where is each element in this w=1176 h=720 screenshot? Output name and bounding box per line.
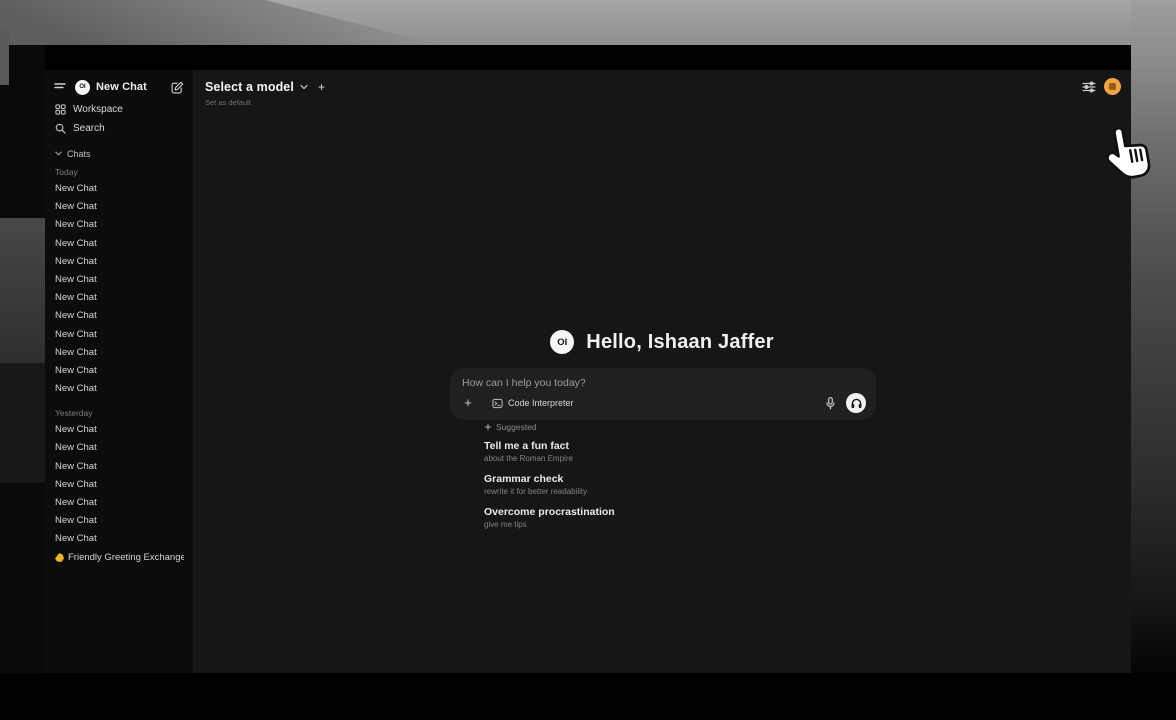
avatar-image xyxy=(1109,83,1116,90)
suggested-label: Suggested xyxy=(496,422,537,432)
chat-list-item[interactable]: New Chat xyxy=(54,289,184,307)
chat-list-item[interactable]: New Chat xyxy=(54,235,184,253)
suggestion-item[interactable]: Tell me a fun fact about the Roman Empir… xyxy=(484,440,904,464)
openwebui-logo-icon: OI xyxy=(75,80,90,95)
chevron-down-icon xyxy=(55,151,62,156)
wave-emoji-icon xyxy=(55,553,64,562)
suggestion-item[interactable]: Grammar check rewrite it for better read… xyxy=(484,473,904,497)
sparkle-icon xyxy=(484,423,492,431)
chat-list-item[interactable]: New Chat xyxy=(54,216,184,234)
user-avatar[interactable] xyxy=(1104,78,1121,95)
sidebar-item-search[interactable]: Search xyxy=(55,121,184,136)
sidebar: OI New Chat Workspace xyxy=(45,70,193,673)
app-window: OI New Chat Workspace xyxy=(45,45,1131,673)
chat-list-item[interactable]: New Chat xyxy=(54,344,184,362)
model-selector[interactable]: Select a model xyxy=(205,80,294,94)
chat-list-item[interactable]: New Chat xyxy=(54,253,184,271)
chat-list-item[interactable]: New Chat xyxy=(54,458,184,476)
set-as-default-button[interactable]: Set as default xyxy=(205,98,325,107)
wallpaper-bottom-band xyxy=(0,673,1176,720)
sidebar-toggle-icon[interactable] xyxy=(54,82,66,92)
chat-list-item[interactable]: New Chat xyxy=(54,362,184,380)
chat-list-item[interactable]: New Chat xyxy=(54,476,184,494)
desktop: OI New Chat Workspace xyxy=(0,0,1176,720)
chat-groups: TodayNew ChatNew ChatNew ChatNew ChatNew… xyxy=(54,167,184,567)
microphone-icon[interactable] xyxy=(824,396,837,411)
chat-list-item[interactable]: Friendly Greeting Exchange xyxy=(54,549,184,567)
model-chevron-icon[interactable] xyxy=(300,84,308,90)
window-top-strip xyxy=(45,45,1131,70)
chats-section-toggle[interactable]: Chats xyxy=(55,148,184,159)
chat-list-item[interactable]: New Chat xyxy=(54,512,184,530)
workspace-grid-icon xyxy=(55,104,66,115)
greeting-text: Hello, Ishaan Jaffer xyxy=(586,331,773,354)
chat-group-label: Today xyxy=(55,167,184,177)
chat-list-item[interactable]: New Chat xyxy=(54,326,184,344)
main-area: Select a model + Set as default xyxy=(193,70,1131,673)
voice-call-button[interactable] xyxy=(846,393,866,413)
chat-list-item[interactable]: New Chat xyxy=(54,271,184,289)
sidebar-item-workspace[interactable]: Workspace xyxy=(55,102,184,117)
model-topbar: Select a model + Set as default xyxy=(205,80,325,107)
code-interpreter-icon xyxy=(492,398,503,409)
sidebar-header: OI New Chat xyxy=(54,78,184,96)
wallpaper-right-band xyxy=(1131,0,1176,720)
add-model-button[interactable]: + xyxy=(318,80,325,94)
search-icon xyxy=(55,123,66,134)
wallpaper-left-block xyxy=(0,218,45,363)
chat-list-item[interactable]: New Chat xyxy=(54,530,184,548)
sidebar-title: New Chat xyxy=(96,81,171,93)
wallpaper-left-tab xyxy=(0,30,9,85)
hero-section: OI Hello, Ishaan Jaffer xyxy=(193,330,1131,354)
workspace-label: Workspace xyxy=(73,104,123,115)
openwebui-hero-logo-icon: OI xyxy=(550,330,574,354)
suggestion-item[interactable]: Overcome procrastination give me tips xyxy=(484,506,904,530)
suggested-prompts: Suggested Tell me a fun fact about the R… xyxy=(484,422,904,539)
suggestion-title: Grammar check xyxy=(484,473,904,485)
chat-list-item[interactable]: New Chat xyxy=(54,380,184,398)
attach-plus-button[interactable]: + xyxy=(460,395,476,411)
search-label: Search xyxy=(73,123,105,134)
headphones-icon xyxy=(850,397,863,409)
suggestion-subtitle: give me tips xyxy=(484,520,904,530)
code-interpreter-toggle[interactable]: Code Interpreter xyxy=(492,398,574,409)
chat-list-item[interactable]: New Chat xyxy=(54,421,184,439)
new-chat-icon[interactable] xyxy=(171,81,184,94)
chat-list-item[interactable]: New Chat xyxy=(54,439,184,457)
wallpaper-left-block2 xyxy=(0,363,45,483)
chat-list-item[interactable]: New Chat xyxy=(54,198,184,216)
suggestion-title: Tell me a fun fact xyxy=(484,440,904,452)
chat-list-item[interactable]: New Chat xyxy=(54,494,184,512)
code-interpreter-label: Code Interpreter xyxy=(508,398,574,408)
chats-section-label: Chats xyxy=(67,149,91,159)
chat-list-item[interactable]: New Chat xyxy=(54,307,184,325)
chat-list-item[interactable]: New Chat xyxy=(54,180,184,198)
controls-sliders-icon[interactable] xyxy=(1082,81,1096,93)
suggestion-title: Overcome procrastination xyxy=(484,506,904,518)
chat-group-label: Yesterday xyxy=(55,408,184,418)
message-input-placeholder[interactable]: How can I help you today? xyxy=(462,377,864,389)
suggestion-subtitle: about the Roman Empire xyxy=(484,454,904,464)
suggestion-subtitle: rewrite it for better readability xyxy=(484,487,904,497)
message-composer[interactable]: How can I help you today? + Code Interpr… xyxy=(450,368,876,420)
